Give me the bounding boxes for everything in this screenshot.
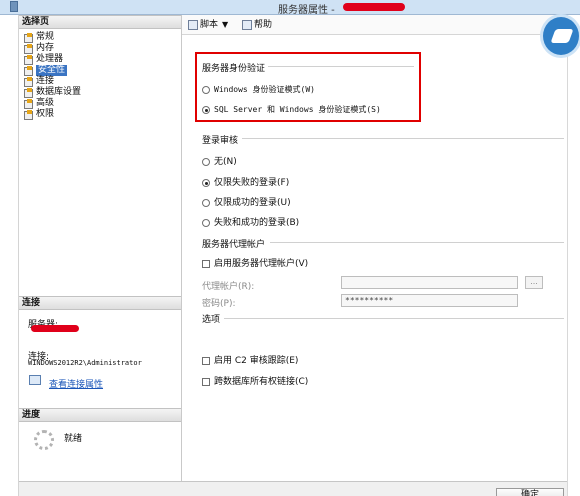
script-icon [188,20,198,30]
options-group-title: 选项 [202,315,221,325]
password-label: 密码(P): [202,299,236,309]
window-icon [10,1,18,12]
ok-button[interactable]: 确定 [496,488,564,496]
help-button[interactable]: 帮助 [242,20,272,30]
c2-audit-checkbox[interactable]: 启用 C2 审核跟踪(E) [202,356,298,366]
title-redaction [343,3,405,11]
proxy-group-title: 服务器代理帐户 [202,240,266,250]
progress-spinner-icon [34,430,54,450]
page-item-database-settings[interactable]: 数据库设置 [24,87,81,98]
browse-proxy-button[interactable]: ... [525,276,543,289]
progress-header: 进度 [19,408,181,422]
left-window-edge [0,15,19,496]
connection-header: 连接 [19,296,181,310]
options-group-divider [224,318,564,319]
connection-properties-icon [29,375,41,385]
left-panel: 选择页 常规 内存 处理器 安全性 连接 数据库设置 高级 权限 连接 服务器:… [19,15,182,481]
progress-status: 就绪 [64,434,83,444]
audit-failed-radio[interactable]: 仅限失败的登录(F) [202,178,289,188]
page-icon [24,99,33,109]
page-item-advanced[interactable]: 高级 [24,98,81,109]
page-icon [24,88,33,98]
page-list: 常规 内存 处理器 安全性 连接 数据库设置 高级 权限 [24,32,81,120]
connection-value: WINDOWS2012R2\Administrator [28,359,142,367]
password-field[interactable]: ********** [341,294,518,307]
page-icon [24,77,33,87]
page-item-general[interactable]: 常规 [24,32,81,43]
footer-bar [19,481,567,496]
audit-both-radio[interactable]: 失败和成功的登录(B) [202,218,299,228]
right-window-edge [567,15,580,496]
page-item-permissions[interactable]: 权限 [24,109,81,120]
page-item-security[interactable]: 安全性 [24,65,81,76]
window-title: 服务器属性 - [278,5,335,16]
title-bar: 服务器属性 - [0,0,580,16]
audit-group-title: 登录审核 [202,136,239,146]
page-item-processor[interactable]: 处理器 [24,54,81,65]
audit-none-radio[interactable]: 无(N) [202,157,237,167]
page-icon [24,44,33,54]
page-icon [24,66,33,76]
sql-server-logo-icon [540,14,580,58]
cross-db-chaining-checkbox[interactable]: 跨数据库所有权链接(C) [202,377,308,387]
help-icon [242,20,252,30]
page-item-connections[interactable]: 连接 [24,76,81,87]
select-page-header: 选择页 [19,15,181,29]
proxy-group-divider [270,242,564,243]
script-button[interactable]: 脚本 ▼ [188,20,228,30]
enable-proxy-checkbox[interactable]: 启用服务器代理帐户(V) [202,259,308,269]
page-icon [24,55,33,65]
chevron-down-icon: ▼ [222,20,229,29]
page-icon [24,110,33,120]
highlight-box [195,52,421,122]
proxy-account-label: 代理帐户(R): [202,282,255,292]
page-item-memory[interactable]: 内存 [24,43,81,54]
view-connection-properties-link[interactable]: 查看连接属性 [49,377,103,390]
server-name-redaction [31,325,79,332]
toolbar: 脚本 ▼ 帮助 [182,15,567,35]
proxy-account-field[interactable] [341,276,518,289]
audit-success-radio[interactable]: 仅限成功的登录(U) [202,198,291,208]
audit-group-divider [242,138,564,139]
page-icon [24,33,33,43]
